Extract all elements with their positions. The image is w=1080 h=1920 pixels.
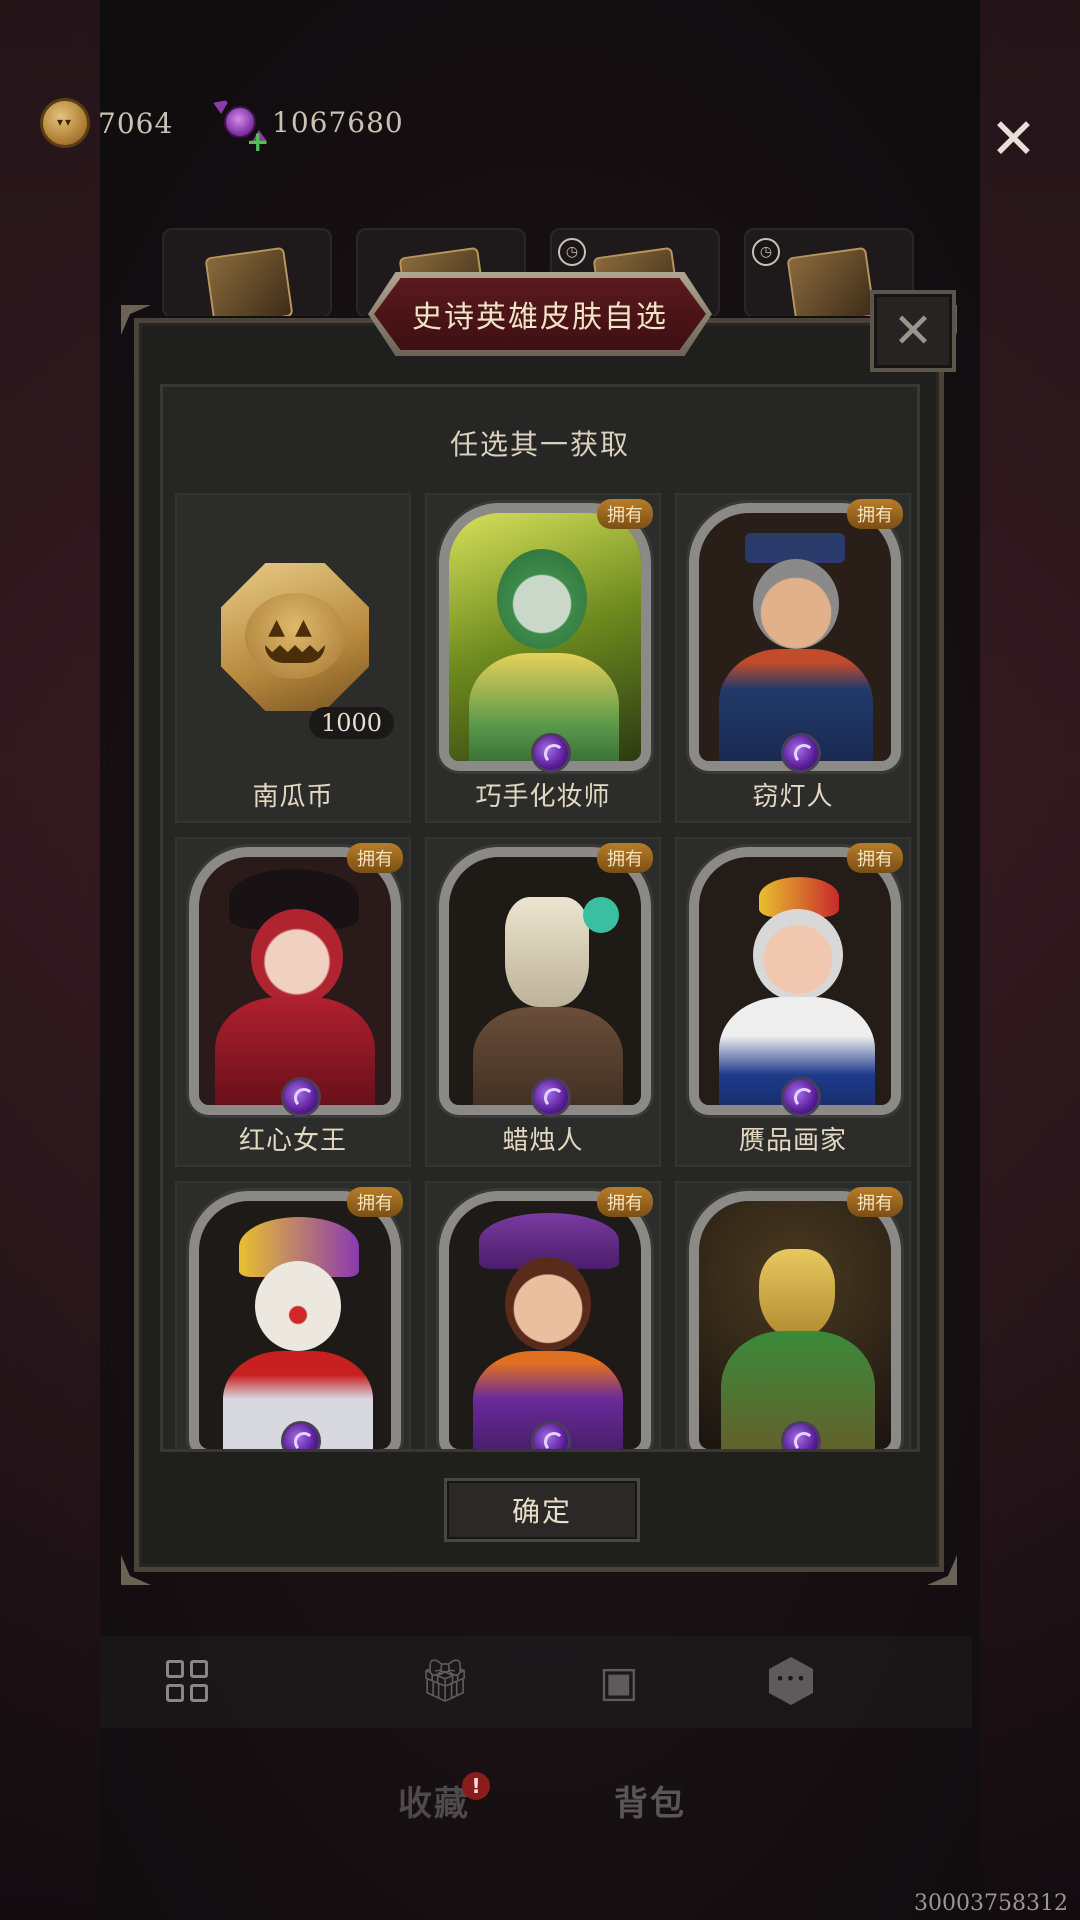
dialog-subtitle: 任选其一获取 (449, 428, 630, 461)
candy-value: 1067680 (272, 105, 404, 139)
title-banner: 史诗英雄皮肤自选 (374, 278, 706, 350)
epic-rarity-icon (531, 733, 571, 773)
tab-collection[interactable]: 收藏 (398, 1776, 470, 1825)
clock-icon: ◷ (558, 238, 586, 266)
user-id: 30003758312 (914, 1891, 1068, 1916)
background-left-panel (0, 0, 100, 1920)
add-icon[interactable]: + (246, 128, 269, 156)
hero-portrait (439, 1191, 651, 1449)
item-name: 巧手化妆师 (475, 782, 611, 812)
dialog-title: 史诗英雄皮肤自选 (412, 300, 668, 335)
owned-badge: 拥有 (847, 1187, 903, 1217)
owned-badge: 拥有 (847, 499, 903, 529)
hero-portrait (689, 847, 901, 1115)
owned-badge: 拥有 (597, 843, 653, 873)
epic-rarity-icon (781, 1077, 821, 1117)
confirm-button[interactable]: 确定 (444, 1478, 640, 1542)
candy-icon: + (216, 98, 269, 156)
pumpkin-coin-value: 7064 (98, 106, 174, 140)
owned-badge: 拥有 (847, 843, 903, 873)
item-name: 红心女王 (238, 1126, 347, 1156)
owned-badge: 拥有 (597, 499, 653, 529)
item-quantity: 1000 (309, 707, 395, 739)
item-name: 窃灯人 (752, 782, 834, 812)
epic-rarity-icon (531, 1077, 571, 1117)
hero-portrait (689, 503, 901, 771)
option-skin-magician[interactable]: 拥有 (425, 1181, 661, 1449)
option-skin-forest-spirit[interactable]: 拥有 (675, 1181, 911, 1449)
hero-portrait (189, 847, 401, 1115)
bottom-toolbar (100, 1636, 972, 1728)
item-name: 南瓜币 (252, 782, 334, 812)
more-icon[interactable] (760, 1650, 822, 1712)
selection-panel: 任选其一获取 ▲▲ 1000 南瓜币 拥有 巧手化妆师 拥有 窃灯人 拥有 红心… (160, 384, 920, 1452)
owned-badge: 拥有 (347, 843, 403, 873)
option-skin-makeup-artist[interactable]: 拥有 巧手化妆师 (425, 493, 661, 823)
pumpkin-coin-icon (40, 98, 90, 148)
option-pumpkin-coin[interactable]: ▲▲ 1000 南瓜币 (175, 493, 411, 823)
item-name: 赝品画家 (738, 1126, 847, 1156)
dialog-close-button[interactable]: ✕ (870, 290, 956, 372)
epic-rarity-icon (781, 733, 821, 773)
clock-icon: ◷ (752, 238, 780, 266)
option-skin-candle-man[interactable]: 拥有 蜡烛人 (425, 837, 661, 1167)
pumpkin-coin-icon: ▲▲ (221, 563, 369, 711)
hero-portrait (689, 1191, 901, 1449)
candy-counter[interactable]: + 1067680 (216, 98, 404, 156)
pumpkin-coin-counter: 7064 (40, 98, 173, 148)
grid-icon[interactable] (156, 1650, 218, 1712)
option-skin-queen-of-hearts[interactable]: 拥有 红心女王 (175, 837, 411, 1167)
item-name: 蜡烛人 (502, 1126, 584, 1156)
hero-portrait (439, 503, 651, 771)
notification-badge: ! (462, 1772, 490, 1800)
close-icon: ✕ (892, 303, 934, 359)
hero-portrait (189, 1191, 401, 1449)
close-icon[interactable]: ✕ (990, 112, 1037, 168)
option-skin-forger-painter[interactable]: 拥有 赝品画家 (675, 837, 911, 1167)
owned-badge: 拥有 (347, 1187, 403, 1217)
tab-backpack[interactable]: 背包 (614, 1776, 686, 1825)
chest-icon[interactable]: ▣ (588, 1650, 650, 1712)
hero-portrait (439, 847, 651, 1115)
epic-rarity-icon (281, 1077, 321, 1117)
owned-badge: 拥有 (597, 1187, 653, 1217)
background-card (162, 228, 332, 328)
option-skin-lamp-thief[interactable]: 拥有 窃灯人 (675, 493, 911, 823)
gift-icon[interactable]: 🎁︎ (414, 1650, 476, 1712)
option-skin-clown[interactable]: 拥有 (175, 1181, 411, 1449)
background-right-panel (980, 0, 1080, 1920)
